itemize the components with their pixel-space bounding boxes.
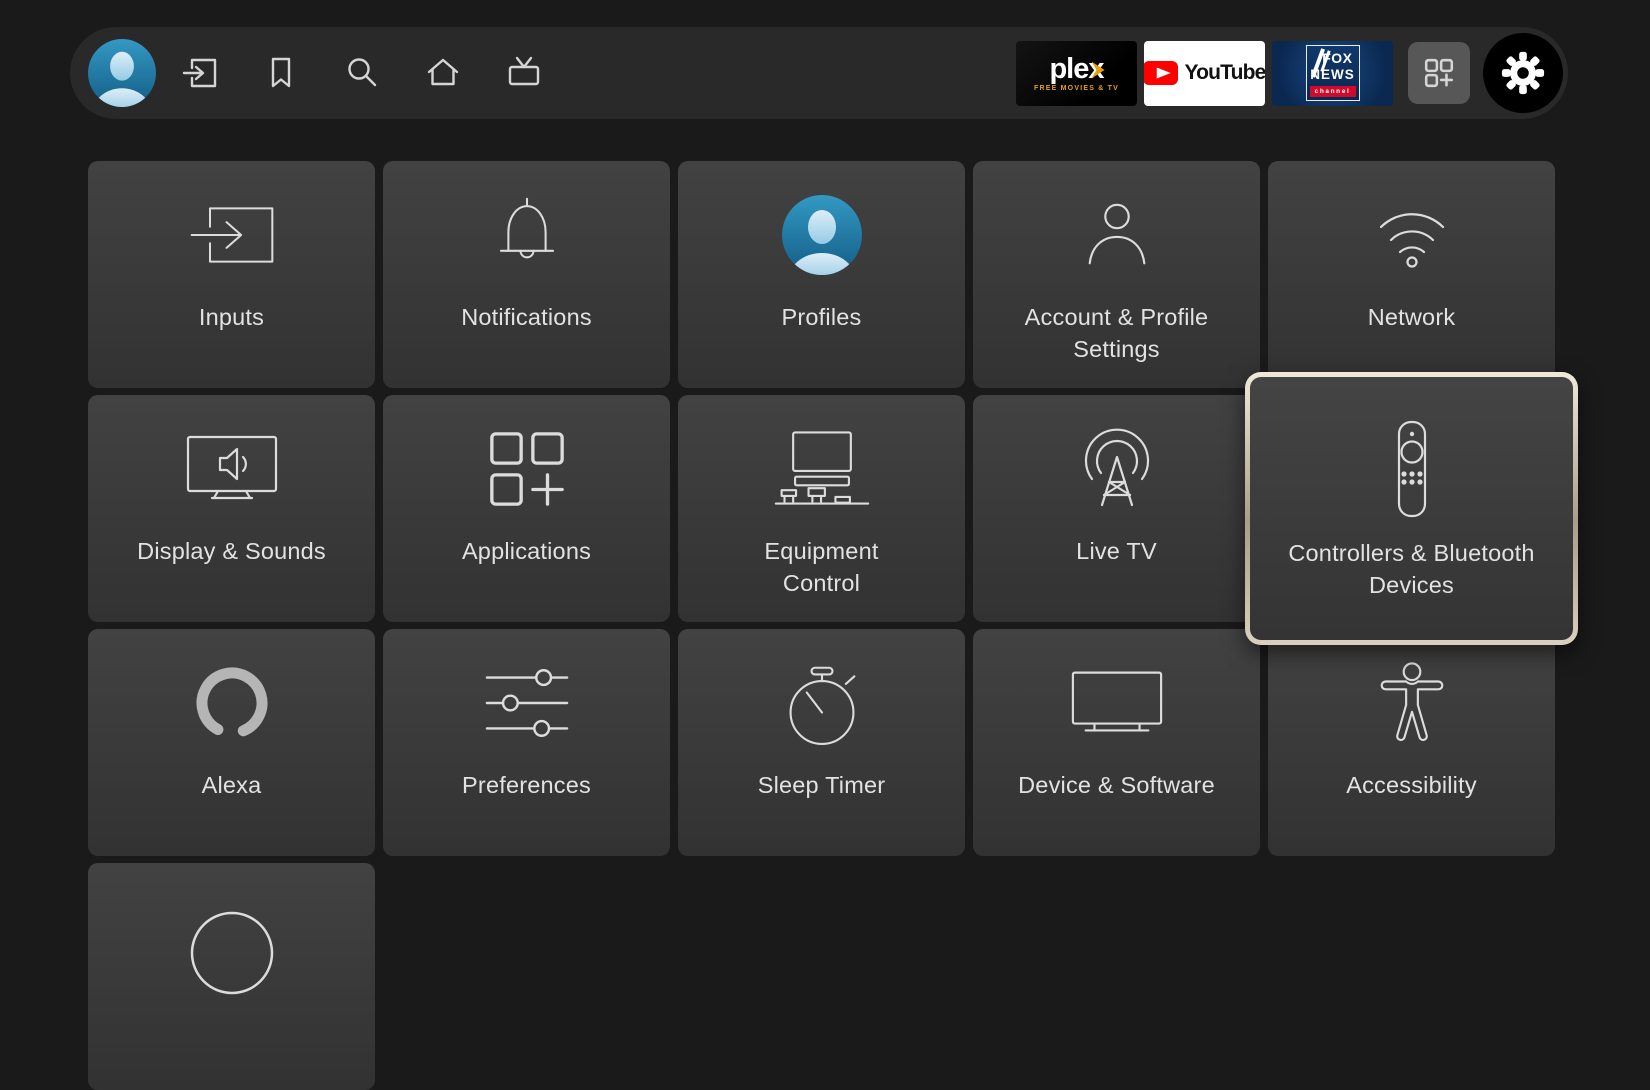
tile-preferences[interactable]: Preferences bbox=[383, 629, 670, 856]
preferences-sliders-icon bbox=[483, 668, 571, 738]
inputs-icon bbox=[188, 202, 276, 268]
device-software-tv-icon bbox=[1068, 667, 1166, 739]
tile-notifications[interactable]: Notifications bbox=[383, 161, 670, 388]
applications-grid-icon bbox=[486, 428, 568, 510]
tile-applications[interactable]: Applications bbox=[383, 395, 670, 622]
equipment-control-icon bbox=[772, 428, 872, 510]
display-sounds-icon bbox=[182, 432, 282, 506]
profile-avatar[interactable] bbox=[88, 39, 156, 107]
youtube-wordmark: YouTube bbox=[1184, 61, 1265, 85]
account-person-icon bbox=[1078, 201, 1156, 269]
gear-icon bbox=[1500, 50, 1546, 96]
profiles-avatar-icon bbox=[782, 195, 862, 275]
settings-grid: Inputs Notifications Profiles Account & … bbox=[88, 161, 1555, 1090]
tile-equipment-control[interactable]: EquipmentControl bbox=[678, 395, 965, 622]
fox-news-logo: FOX NEWS channel bbox=[1306, 45, 1360, 101]
tile-accessibility[interactable]: Accessibility bbox=[1268, 629, 1555, 856]
tile-profiles[interactable]: Profiles bbox=[678, 161, 965, 388]
recent-app-youtube[interactable]: YouTube bbox=[1144, 41, 1265, 106]
tile-sleep-timer[interactable]: Sleep Timer bbox=[678, 629, 965, 856]
plex-wordmark: plex bbox=[1049, 55, 1103, 83]
tile-partial[interactable] bbox=[88, 863, 375, 1090]
remote-control-icon bbox=[1394, 419, 1430, 519]
apps-grid-icon bbox=[1423, 57, 1455, 89]
settings-gear-button[interactable] bbox=[1483, 33, 1563, 113]
top-navigation-bar: plex FREE MOVIES & TV YouTube FOX NEWS c… bbox=[70, 27, 1568, 119]
recent-app-plex[interactable]: plex FREE MOVIES & TV bbox=[1016, 41, 1137, 106]
tile-account-profile-settings[interactable]: Account & ProfileSettings bbox=[973, 161, 1260, 388]
apps-grid-button[interactable] bbox=[1408, 42, 1470, 104]
accessibility-person-icon bbox=[1375, 661, 1449, 745]
topbar-right-cluster: plex FREE MOVIES & TV YouTube FOX NEWS c… bbox=[1016, 33, 1563, 113]
live-tv-icon[interactable] bbox=[506, 55, 542, 91]
tile-display-sounds[interactable]: Display & Sounds bbox=[88, 395, 375, 622]
youtube-play-icon bbox=[1144, 61, 1178, 85]
live-tv-antenna-icon bbox=[1075, 427, 1159, 511]
recent-app-fox-news[interactable]: FOX NEWS channel bbox=[1272, 41, 1393, 106]
tile-live-tv[interactable]: Live TV bbox=[973, 395, 1260, 622]
bookmark-icon[interactable] bbox=[263, 55, 299, 91]
tile-device-software[interactable]: Device & Software bbox=[973, 629, 1260, 856]
plex-tagline: FREE MOVIES & TV bbox=[1034, 85, 1119, 92]
tile-alexa[interactable]: Alexa bbox=[88, 629, 375, 856]
topbar-nav-icons bbox=[182, 55, 542, 91]
tile-controllers-bluetooth-devices[interactable]: Controllers & BluetoothDevices bbox=[1268, 395, 1555, 622]
tile-inputs[interactable]: Inputs bbox=[88, 161, 375, 388]
notifications-bell-icon bbox=[489, 195, 565, 275]
sleep-timer-stopwatch-icon bbox=[782, 658, 862, 748]
search-icon[interactable] bbox=[344, 55, 380, 91]
tile-network[interactable]: Network bbox=[1268, 161, 1555, 388]
home-icon[interactable] bbox=[425, 55, 461, 91]
network-wifi-icon bbox=[1367, 199, 1457, 271]
circle-icon bbox=[189, 910, 275, 996]
alexa-icon bbox=[190, 661, 274, 745]
inputs-icon[interactable] bbox=[182, 55, 218, 91]
avatar-person-icon bbox=[88, 39, 156, 107]
